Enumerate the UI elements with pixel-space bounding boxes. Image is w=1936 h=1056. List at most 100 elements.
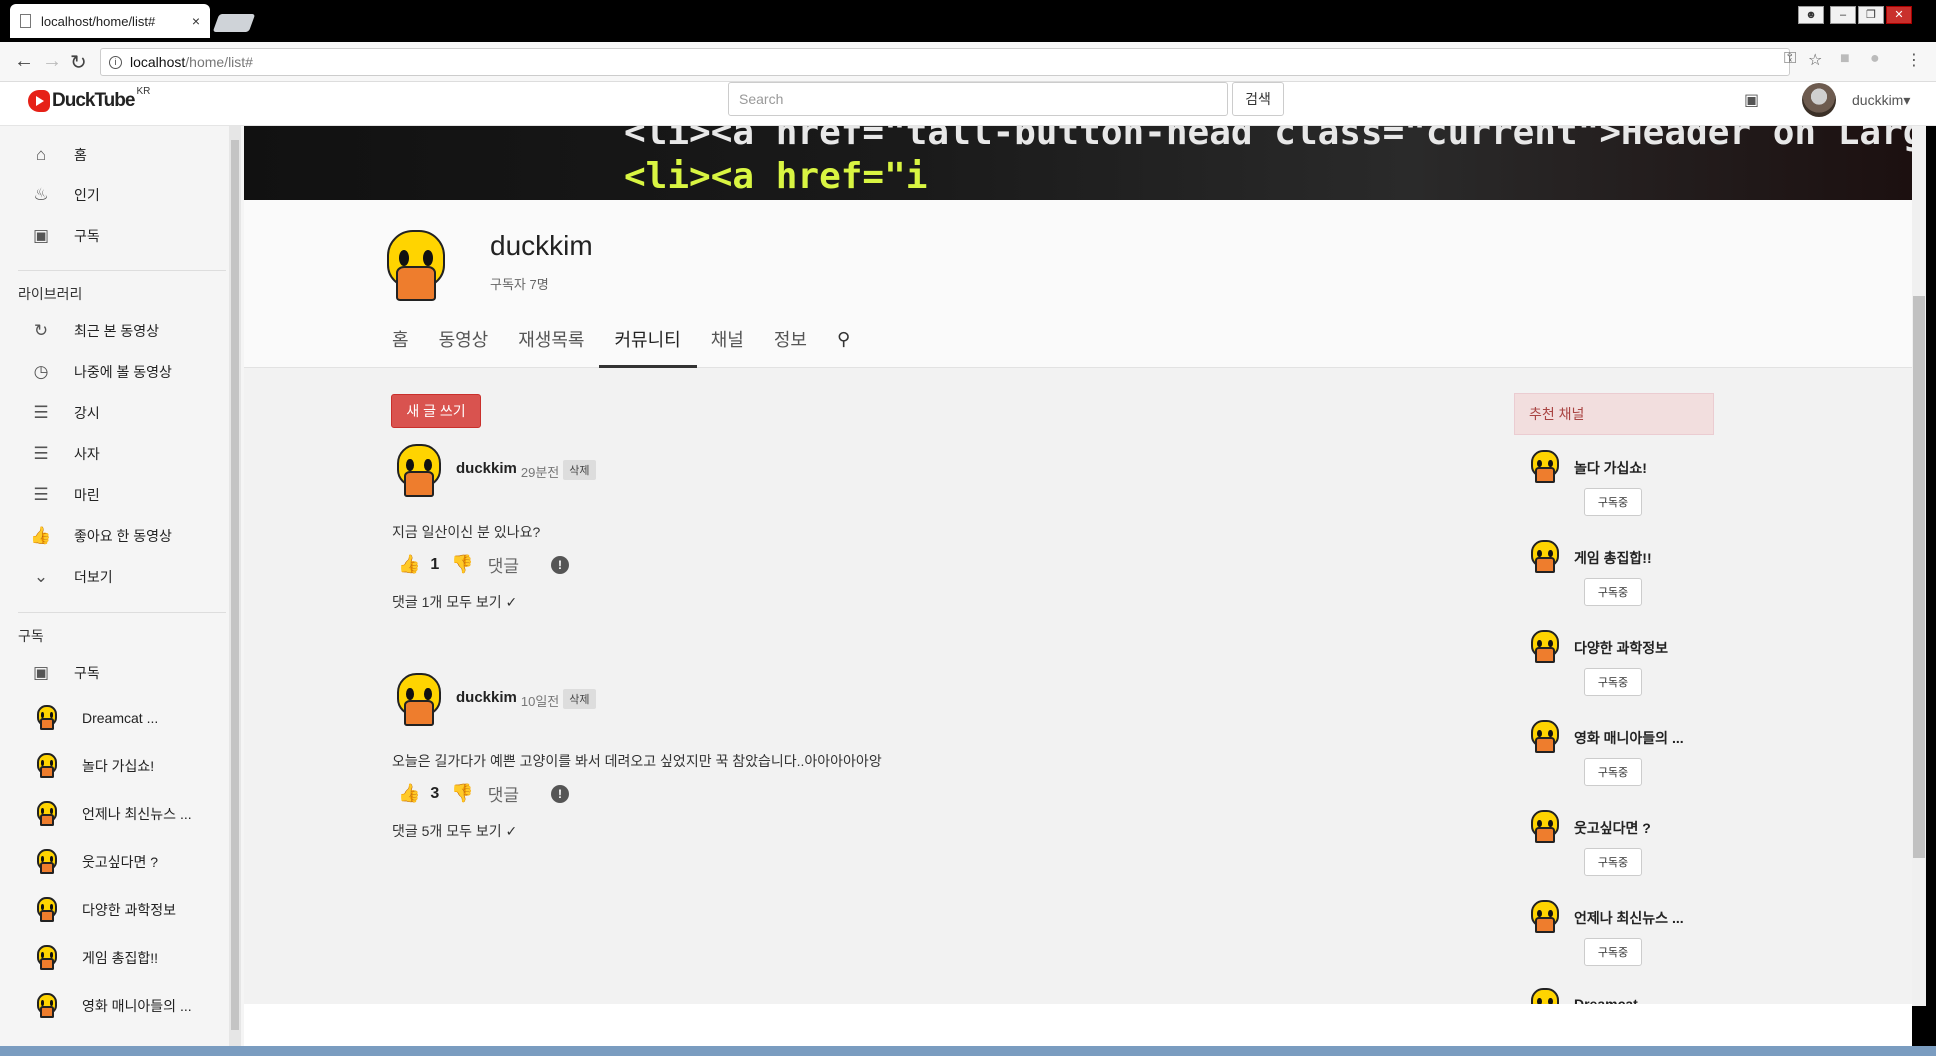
post-author[interactable]: duckkim (456, 689, 517, 706)
delete-button[interactable]: 삭제 (563, 460, 596, 480)
sidebar-item-liked[interactable]: 👍 좋아요 한 동영상 (0, 517, 228, 555)
search-input[interactable]: Search (728, 82, 1228, 116)
post-text: 오늘은 길가다가 예쁜 고양이를 봐서 데려오고 싶었지만 꾹 참았습니다..아… (392, 753, 882, 769)
delete-button[interactable]: 삭제 (563, 689, 596, 709)
view-comments-link[interactable]: 댓글 1개 모두 보기 ✓ (392, 592, 517, 612)
duck-avatar-icon[interactable] (1528, 450, 1562, 484)
recommended-channel-name[interactable]: 웃고싶다면 ? (1574, 818, 1651, 838)
subscribed-button[interactable]: 구독중 (1584, 578, 1642, 606)
ducktube-logo[interactable]: DuckTube KR (28, 86, 150, 112)
sidebar-item-popular[interactable]: ♨ 인기 (0, 176, 228, 214)
search-button[interactable]: 검색 (1232, 82, 1284, 116)
subscribed-button[interactable]: 구독중 (1584, 668, 1642, 696)
post-author-avatar[interactable] (392, 673, 446, 727)
report-icon[interactable]: ! (551, 784, 570, 803)
sidebar-channel[interactable]: Dreamcat ... (0, 699, 228, 737)
key-icon[interactable]: ⚿ (1784, 50, 1796, 68)
sidebar-channel[interactable]: 영화 매니아들의 ... (0, 987, 228, 1025)
duck-avatar-icon[interactable] (1528, 540, 1562, 574)
sidebar-item-subscriptions[interactable]: ▣ 구독 (0, 217, 228, 255)
sidebar-item-home[interactable]: ⌂ 홈 (0, 136, 228, 174)
thumbs-up-icon[interactable]: 👍 (398, 554, 420, 575)
play-logo-icon (28, 90, 50, 112)
url-path: /home/list# (185, 54, 253, 70)
tab-community[interactable]: 커뮤니티 (598, 310, 698, 368)
back-icon[interactable]: ← (14, 50, 34, 73)
menu-icon[interactable]: ⋮ (1906, 50, 1922, 70)
tab-about[interactable]: 정보 (774, 310, 807, 368)
subscriptions-section-title: 구독 (18, 628, 44, 644)
chevron-down-icon: ⌄ (33, 567, 49, 586)
duck-avatar-icon[interactable] (1528, 720, 1562, 754)
recommended-channel-name[interactable]: 놀다 가십쇼! (1574, 458, 1647, 478)
restore-button[interactable]: ❐ (1858, 6, 1884, 24)
duck-avatar-icon[interactable] (1528, 900, 1562, 934)
report-icon[interactable]: ! (551, 555, 570, 574)
comment-button[interactable]: 댓글 (488, 781, 519, 806)
url-field[interactable]: i localhost /home/list# (100, 48, 1790, 76)
bookmark-star-icon[interactable]: ☆ (1808, 50, 1822, 70)
browser-tab-bar: localhost/home/list# × ☻ – ❐ ✕ (0, 0, 1936, 42)
minimize-button[interactable]: – (1830, 6, 1856, 24)
list-icon: ☰ (33, 485, 49, 504)
subscribed-button[interactable]: 구독중 (1584, 488, 1642, 516)
sidebar-item-playlist-3[interactable]: ☰ 마린 (0, 476, 228, 514)
duck-avatar-icon[interactable] (1528, 630, 1562, 664)
recommended-channel-name[interactable]: 다양한 과학정보 (1574, 638, 1668, 658)
sidebar-channel[interactable]: 웃고싶다면 ? (0, 843, 228, 881)
duck-avatar-icon (34, 801, 60, 827)
sidebar-item-playlist-1[interactable]: ☰ 강시 (0, 394, 228, 432)
reload-icon[interactable]: ↻ (70, 50, 87, 75)
subscribed-button[interactable]: 구독중 (1584, 758, 1642, 786)
sidebar-channel[interactable]: 게임 총집합!! (0, 939, 228, 977)
sidebar-item-watch-later[interactable]: ◷ 나중에 볼 동영상 (0, 353, 228, 391)
sidebar-item-label: 강시 (74, 405, 100, 421)
sidebar-item-more[interactable]: ⌄ 더보기 (0, 558, 228, 596)
sidebar-channel[interactable]: 언제나 최신뉴스 ... (0, 795, 228, 833)
username-dropdown[interactable]: duckkim▾ (1852, 92, 1910, 109)
thumbs-up-icon[interactable]: 👍 (398, 783, 420, 804)
tab-videos[interactable]: 동영상 (439, 310, 489, 368)
tab-playlists[interactable]: 재생목록 (518, 310, 584, 368)
duck-avatar-icon[interactable] (1528, 810, 1562, 844)
community-post: duckkim 29분전 삭제 지금 일산이신 분 있나요? 👍 1 👎 댓글 … (392, 444, 1292, 614)
search-icon[interactable]: ⚲ (837, 310, 850, 368)
pdf-extension-icon[interactable]: ■ (1840, 50, 1850, 68)
info-icon[interactable]: i (109, 55, 122, 69)
profile-icon[interactable]: ☻ (1798, 6, 1824, 24)
post-author[interactable]: duckkim (456, 460, 517, 477)
video-camera-icon[interactable]: ▣ (1744, 90, 1759, 110)
sidebar-item-history[interactable]: ↻ 최근 본 동영상 (0, 312, 228, 350)
sidebar-channel[interactable]: 다양한 과학정보 (0, 891, 228, 929)
sidebar-channel[interactable]: 놀다 가십쇼! (0, 747, 228, 785)
page-footer-area (244, 1004, 1912, 1046)
sidebar-item-subs-header[interactable]: ▣ 구독 (0, 654, 228, 692)
tab-channels[interactable]: 채널 (711, 310, 744, 368)
post-author-avatar[interactable] (392, 444, 446, 498)
subscribed-button[interactable]: 구독중 (1584, 938, 1642, 966)
recommended-channel-name[interactable]: 영화 매니아들의 ... (1574, 728, 1684, 748)
recommended-channel-name[interactable]: 게임 총집합!! (1574, 548, 1652, 568)
subscribed-button[interactable]: 구독중 (1584, 848, 1642, 876)
left-sidebar: ⌂ 홈 ♨ 인기 ▣ 구독 라이브러리 ↻ 최근 본 동영상 ◷ 나중에 볼 동… (0, 126, 244, 1046)
document-icon (20, 14, 31, 28)
recommended-channel-name[interactable]: 언제나 최신뉴스 ... (1574, 908, 1684, 928)
thumbs-down-icon[interactable]: 👎 (451, 554, 473, 575)
view-comments-link[interactable]: 댓글 5개 모두 보기 ✓ (392, 821, 517, 841)
sidebar-scrollbar-thumb[interactable] (231, 140, 239, 1030)
browser-tab[interactable]: localhost/home/list# × (10, 4, 210, 38)
thumbs-down-icon[interactable]: 👎 (451, 783, 473, 804)
sidebar-channel-label: 놀다 가십쇼! (82, 758, 155, 774)
tab-close-icon[interactable]: × (192, 13, 200, 29)
extension-icon[interactable]: ● (1870, 50, 1880, 68)
close-window-button[interactable]: ✕ (1886, 6, 1912, 24)
chevron-down-icon: ✓ (505, 594, 518, 610)
sidebar-item-playlist-2[interactable]: ☰ 사자 (0, 435, 228, 473)
new-post-button[interactable]: 새 글 쓰기 (391, 394, 481, 428)
main-scrollbar-thumb[interactable] (1913, 296, 1925, 858)
comment-button[interactable]: 댓글 (488, 552, 519, 577)
user-avatar[interactable] (1802, 83, 1836, 117)
new-tab-button[interactable] (212, 14, 256, 32)
forward-icon[interactable]: → (42, 50, 62, 73)
tab-home[interactable]: 홈 (392, 310, 409, 368)
